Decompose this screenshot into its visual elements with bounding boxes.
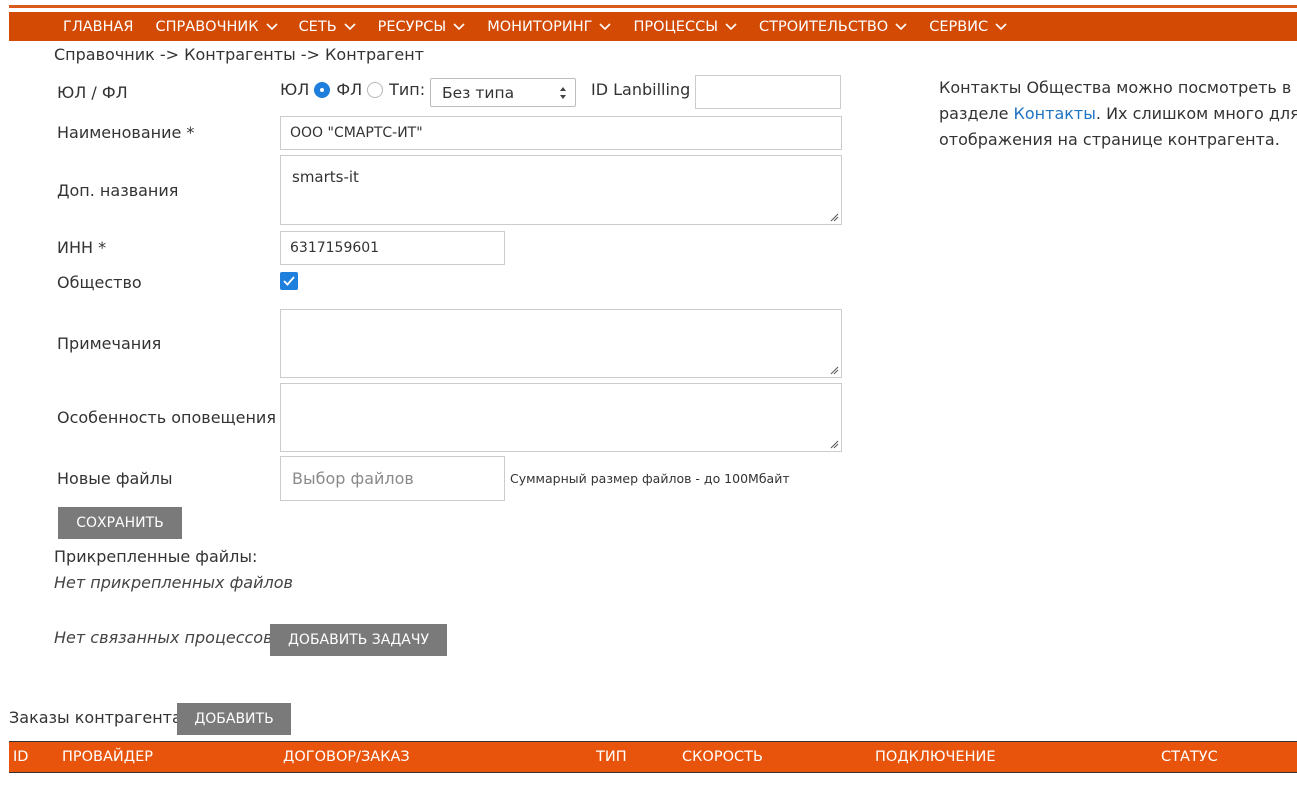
nav-item-label: СПРАВОЧНИК [155, 18, 259, 35]
files-label: Новые файлы [57, 469, 173, 488]
nav-item-home[interactable]: ГЛАВНАЯ [63, 19, 134, 35]
chevron-down-icon [344, 22, 356, 30]
nav-item-label: РЕСУРСЫ [377, 18, 447, 35]
column-header-status[interactable]: СТАТУС [1161, 749, 1218, 765]
contacts-note: Контакты Общества можно посмотреть в раз… [939, 75, 1297, 153]
contacts-note-text: разделе [939, 104, 1014, 123]
nav-item-processes[interactable]: ПРОЦЕССЫ [633, 19, 737, 35]
notify-textarea[interactable] [280, 383, 842, 452]
chevron-down-icon [265, 22, 278, 30]
name-label: Наименование * [57, 123, 195, 142]
main-navbar: ГЛАВНАЯ СПРАВОЧНИК СЕТЬ РЕСУРСЫ МОНИТОРИ… [9, 12, 1297, 41]
society-label: Общество [57, 273, 142, 292]
alt-names-label: Доп. названия [57, 181, 179, 200]
contacts-link[interactable]: Контакты [1014, 104, 1096, 123]
radio-fl-label: ФЛ [336, 80, 363, 99]
orders-label: Заказы контрагента: [9, 708, 188, 727]
nav-item-label: СЕТЬ [298, 18, 337, 35]
chevron-down-icon [599, 22, 612, 30]
nav-item-label: ГЛАВНАЯ [63, 18, 134, 35]
entity-type-group: ЮЛ ФЛ Тип: [280, 80, 425, 99]
radio-ul[interactable] [314, 81, 331, 98]
column-header-type[interactable]: ТИП [596, 749, 627, 765]
add-order-button[interactable]: ДОБАВИТЬ [177, 703, 291, 735]
radio-fl[interactable] [367, 81, 384, 98]
resize-grip-icon[interactable] [830, 213, 839, 222]
contacts-note-text: . Их слишком много для [1095, 104, 1297, 123]
add-task-button[interactable]: ДОБАВИТЬ ЗАДАЧУ [270, 624, 447, 656]
nav-item-service[interactable]: СЕРВИС [929, 19, 1007, 35]
nav-item-resources[interactable]: РЕСУРСЫ [378, 19, 466, 35]
breadcrumb: Справочник -> Контрагенты -> Контрагент [54, 45, 424, 64]
notes-label: Примечания [57, 334, 162, 353]
nav-item-directory[interactable]: СПРАВОЧНИК [156, 19, 278, 35]
inn-label: ИНН * [57, 238, 107, 257]
notify-label: Особенность оповещения [57, 408, 276, 427]
society-checkbox[interactable] [280, 272, 298, 290]
nav-item-label: СЕРВИС [929, 18, 989, 35]
select-arrows-icon [560, 86, 566, 99]
column-header-connection[interactable]: ПОДКЛЮЧЕНИЕ [875, 749, 996, 765]
top-accent-line [9, 5, 1297, 8]
nav-item-label: МОНИТОРИНГ [487, 18, 593, 35]
save-button[interactable]: СОХРАНИТЬ [58, 507, 182, 539]
chevron-down-icon [453, 22, 465, 30]
choose-files-button[interactable]: Выбор файлов [280, 456, 505, 501]
column-header-contract[interactable]: ДОГОВОР/ЗАКАЗ [283, 749, 410, 765]
checkmark-icon [283, 276, 295, 286]
chevron-down-icon [995, 22, 1007, 30]
nav-item-network[interactable]: СЕТЬ [299, 19, 356, 35]
name-input[interactable]: ООО "СМАРТС-ИТ" [280, 116, 842, 150]
type-label: Тип: [389, 80, 426, 99]
entity-type-label: ЮЛ / ФЛ [57, 83, 128, 102]
nav-item-construction[interactable]: СТРОИТЕЛЬСТВО [759, 19, 907, 35]
processes-empty: Нет связанных процессов [54, 628, 273, 647]
radio-ul-label: ЮЛ [280, 80, 310, 99]
nav-item-label: ПРОЦЕССЫ [633, 18, 718, 35]
type-select-value: Без типа [442, 83, 515, 102]
nav-item-monitoring[interactable]: МОНИТОРИНГ [487, 18, 612, 35]
type-select[interactable]: Без типа [430, 78, 576, 107]
notes-textarea[interactable] [280, 309, 842, 378]
column-header-id[interactable]: ID [13, 749, 28, 765]
attached-files-empty: Нет прикрепленных файлов [54, 573, 293, 592]
files-size-hint: Суммарный размер файлов - до 100Мбайт [510, 471, 790, 486]
lanbilling-input[interactable] [695, 75, 841, 109]
attached-files-title: Прикрепленные файлы: [54, 547, 258, 566]
column-header-provider[interactable]: ПРОВАЙДЕР [62, 749, 153, 765]
column-header-speed[interactable]: СКОРОСТЬ [682, 749, 763, 765]
alt-names-textarea[interactable]: smarts-it [280, 155, 842, 225]
nav-item-label: СТРОИТЕЛЬСТВО [759, 18, 889, 35]
inn-input[interactable]: 6317159601 [280, 231, 505, 265]
lanbilling-label: ID Lanbilling [591, 80, 691, 99]
contacts-note-line: разделе Контакты. Их слишком много для [939, 101, 1297, 127]
chevron-down-icon [895, 22, 907, 30]
chevron-down-icon [725, 22, 737, 30]
resize-grip-icon[interactable] [830, 366, 839, 375]
alt-names-value: smarts-it [292, 168, 359, 186]
contacts-note-line: отображения на странице контрагента. [939, 130, 1280, 149]
contacts-note-line: Контакты Общества можно посмотреть в [939, 78, 1292, 97]
resize-grip-icon[interactable] [830, 440, 839, 449]
orders-table-header: ID ПРОВАЙДЕР ДОГОВОР/ЗАКАЗ ТИП СКОРОСТЬ … [9, 741, 1297, 773]
